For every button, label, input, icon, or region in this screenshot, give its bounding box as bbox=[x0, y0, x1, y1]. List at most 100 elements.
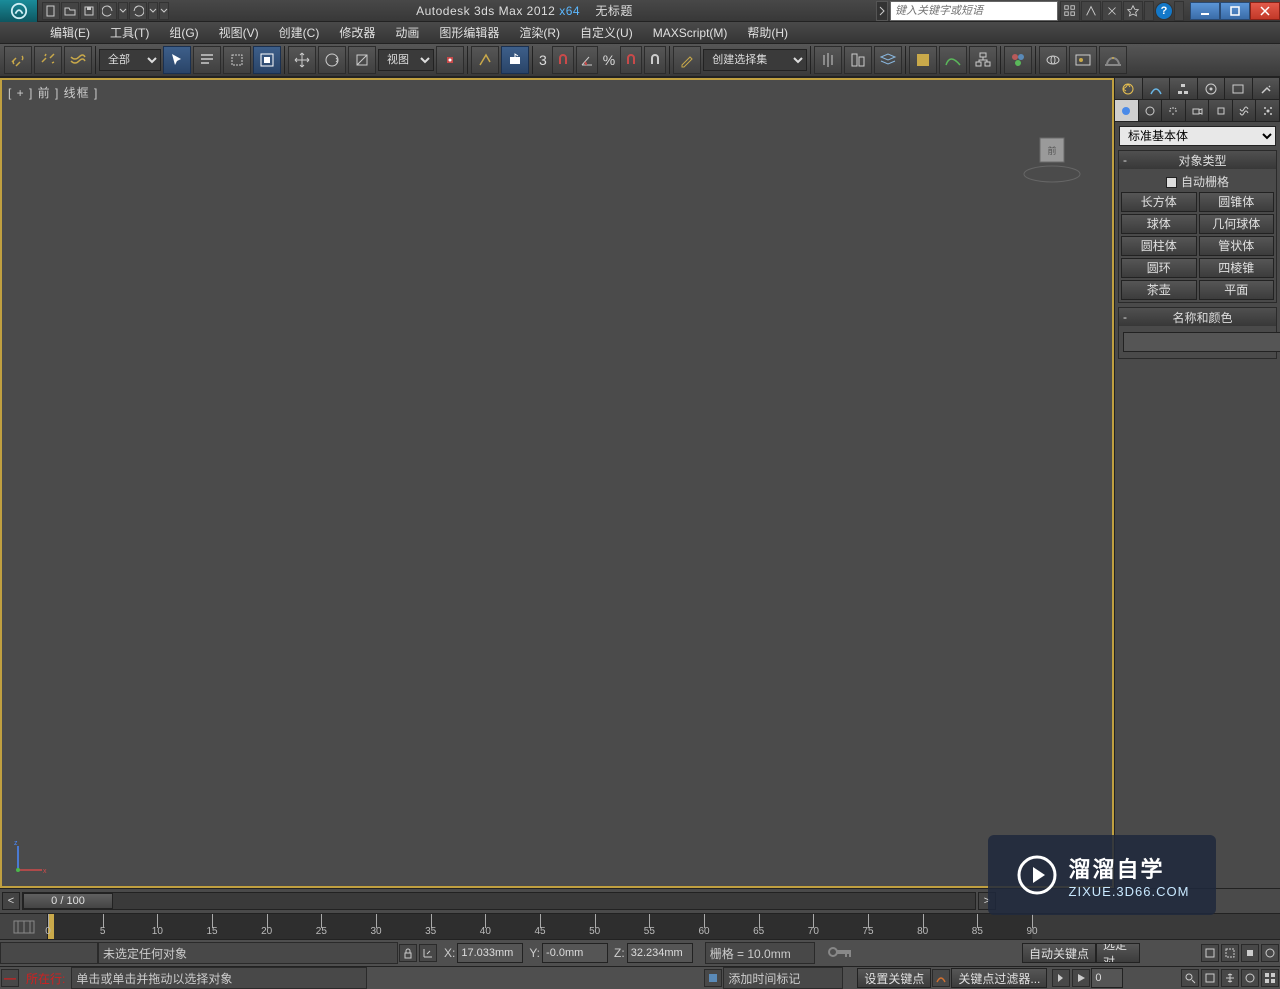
rect-region-button[interactable] bbox=[223, 46, 251, 74]
primitive-button-1[interactable]: 圆锥体 bbox=[1199, 192, 1275, 212]
nav-icon-1[interactable] bbox=[1201, 944, 1219, 962]
viewport-label[interactable]: [ + ] 前 ] 线框 ] bbox=[8, 84, 98, 101]
primitive-button-7[interactable]: 四棱锥 bbox=[1199, 258, 1275, 278]
primitive-button-8[interactable]: 茶壶 bbox=[1121, 280, 1197, 300]
systems-subtab[interactable] bbox=[1256, 100, 1280, 121]
menu-tools[interactable]: 工具(T) bbox=[100, 21, 159, 44]
geometry-type-dropdown[interactable]: 标准基本体 bbox=[1119, 126, 1276, 146]
object-name-input[interactable] bbox=[1123, 332, 1280, 352]
primitive-button-6[interactable]: 圆环 bbox=[1121, 258, 1197, 278]
z-coord-input[interactable] bbox=[627, 943, 693, 963]
favorites-dropdown[interactable] bbox=[1144, 1, 1154, 21]
primitive-button-4[interactable]: 圆柱体 bbox=[1121, 236, 1197, 256]
select-object-button[interactable] bbox=[163, 46, 191, 74]
script-status-icon[interactable]: — bbox=[1, 969, 19, 987]
time-tag-icon[interactable] bbox=[704, 969, 722, 987]
keyboard-shortcut-override-button[interactable] bbox=[501, 46, 529, 74]
menu-edit[interactable]: 编辑(E) bbox=[40, 21, 100, 44]
viewport[interactable]: [ + ] 前 ] 线框 ] 前 z x bbox=[0, 78, 1114, 888]
menu-views[interactable]: 视图(V) bbox=[209, 21, 269, 44]
selection-lock-icon[interactable] bbox=[399, 944, 417, 962]
primitive-button-9[interactable]: 平面 bbox=[1199, 280, 1275, 300]
spinner-snap-button[interactable] bbox=[644, 46, 666, 74]
menu-render[interactable]: 渲染(R) bbox=[509, 21, 570, 44]
key-icon[interactable] bbox=[827, 944, 855, 963]
open-file-button[interactable] bbox=[61, 2, 79, 20]
search-input[interactable] bbox=[890, 1, 1058, 21]
modify-tab[interactable] bbox=[1143, 78, 1171, 99]
orbit-icon[interactable] bbox=[1241, 969, 1259, 987]
maximize-vp-icon[interactable] bbox=[1261, 969, 1279, 987]
motion-tab[interactable] bbox=[1198, 78, 1226, 99]
menu-maxscript[interactable]: MAXScript(M) bbox=[643, 23, 738, 43]
qat-dropdown[interactable] bbox=[159, 2, 169, 20]
infocenter-caret[interactable] bbox=[876, 1, 888, 21]
redo-button[interactable] bbox=[129, 2, 147, 20]
key-filters-button[interactable]: 关键点过滤器... bbox=[951, 968, 1047, 988]
track-ruler[interactable]: 051015202530354045505560657075808590 bbox=[48, 914, 1032, 939]
app-logo[interactable] bbox=[0, 0, 38, 22]
y-coord-input[interactable] bbox=[542, 943, 608, 963]
set-key-button[interactable]: 设置关键点 bbox=[857, 968, 931, 988]
display-tab[interactable] bbox=[1225, 78, 1253, 99]
object-type-header[interactable]: -对象类型 bbox=[1119, 151, 1276, 169]
primitive-button-3[interactable]: 几何球体 bbox=[1199, 214, 1275, 234]
time-slider-track[interactable]: 0 / 100 bbox=[22, 892, 976, 910]
helpers-subtab[interactable] bbox=[1209, 100, 1233, 121]
graphite-button[interactable] bbox=[909, 46, 937, 74]
zoom-all-icon[interactable] bbox=[1201, 969, 1219, 987]
render-button[interactable] bbox=[1099, 46, 1127, 74]
close-button[interactable] bbox=[1250, 2, 1280, 20]
set-selection-button[interactable]: 选定对 bbox=[1096, 943, 1140, 963]
scale-button[interactable] bbox=[348, 46, 376, 74]
menu-help[interactable]: 帮助(H) bbox=[737, 21, 798, 44]
schematic-view-button[interactable] bbox=[969, 46, 997, 74]
manipulate-button[interactable] bbox=[471, 46, 499, 74]
percent-snap-button[interactable] bbox=[620, 46, 642, 74]
mirror-button[interactable] bbox=[814, 46, 842, 74]
menu-group[interactable]: 组(G) bbox=[159, 21, 208, 44]
track-bar-toggle-icon[interactable] bbox=[0, 914, 48, 939]
unlink-icon[interactable] bbox=[34, 46, 62, 74]
abs-rel-icon[interactable] bbox=[419, 944, 437, 962]
save-file-button[interactable] bbox=[80, 2, 98, 20]
help-icon[interactable]: ? bbox=[1155, 2, 1173, 20]
new-file-button[interactable] bbox=[42, 2, 60, 20]
undo-dropdown[interactable] bbox=[118, 2, 128, 20]
script-status-text[interactable]: 所在行: bbox=[20, 970, 71, 987]
rendered-frame-button[interactable] bbox=[1069, 46, 1097, 74]
menu-customize[interactable]: 自定义(U) bbox=[570, 21, 643, 44]
time-slider-prev[interactable]: < bbox=[2, 892, 20, 910]
menu-graph[interactable]: 图形编辑器 bbox=[429, 21, 509, 44]
redo-dropdown[interactable] bbox=[148, 2, 158, 20]
primitive-button-2[interactable]: 球体 bbox=[1121, 214, 1197, 234]
layer-manager-button[interactable] bbox=[874, 46, 902, 74]
window-crossing-button[interactable] bbox=[253, 46, 281, 74]
nav-icon-3[interactable] bbox=[1241, 944, 1259, 962]
geometry-subtab[interactable] bbox=[1115, 100, 1139, 121]
maximize-button[interactable] bbox=[1220, 2, 1250, 20]
primitive-button-5[interactable]: 管状体 bbox=[1199, 236, 1275, 256]
create-tab[interactable] bbox=[1115, 78, 1143, 99]
shapes-subtab[interactable] bbox=[1139, 100, 1163, 121]
selection-filter-dropdown[interactable]: 全部 bbox=[99, 49, 161, 71]
x-coord-input[interactable] bbox=[457, 943, 523, 963]
minimize-button[interactable] bbox=[1190, 2, 1220, 20]
key-mode-icon[interactable] bbox=[932, 969, 950, 987]
cameras-subtab[interactable] bbox=[1186, 100, 1210, 121]
select-by-name-button[interactable] bbox=[193, 46, 221, 74]
rotate-button[interactable] bbox=[318, 46, 346, 74]
help-dropdown[interactable] bbox=[1174, 1, 1184, 21]
viewcube[interactable]: 前 bbox=[1022, 126, 1082, 186]
hierarchy-tab[interactable] bbox=[1170, 78, 1198, 99]
current-frame-input[interactable] bbox=[1091, 968, 1123, 988]
snap-toggle-button[interactable] bbox=[552, 46, 574, 74]
menu-modifiers[interactable]: 修改器 bbox=[329, 21, 385, 44]
undo-button[interactable] bbox=[99, 2, 117, 20]
goto-start-icon[interactable] bbox=[1052, 969, 1070, 987]
move-button[interactable] bbox=[288, 46, 316, 74]
pivot-center-button[interactable] bbox=[436, 46, 464, 74]
exchange-icon[interactable] bbox=[1102, 1, 1122, 21]
pan-icon[interactable] bbox=[1221, 969, 1239, 987]
ref-coord-dropdown[interactable]: 视图 bbox=[378, 49, 434, 71]
